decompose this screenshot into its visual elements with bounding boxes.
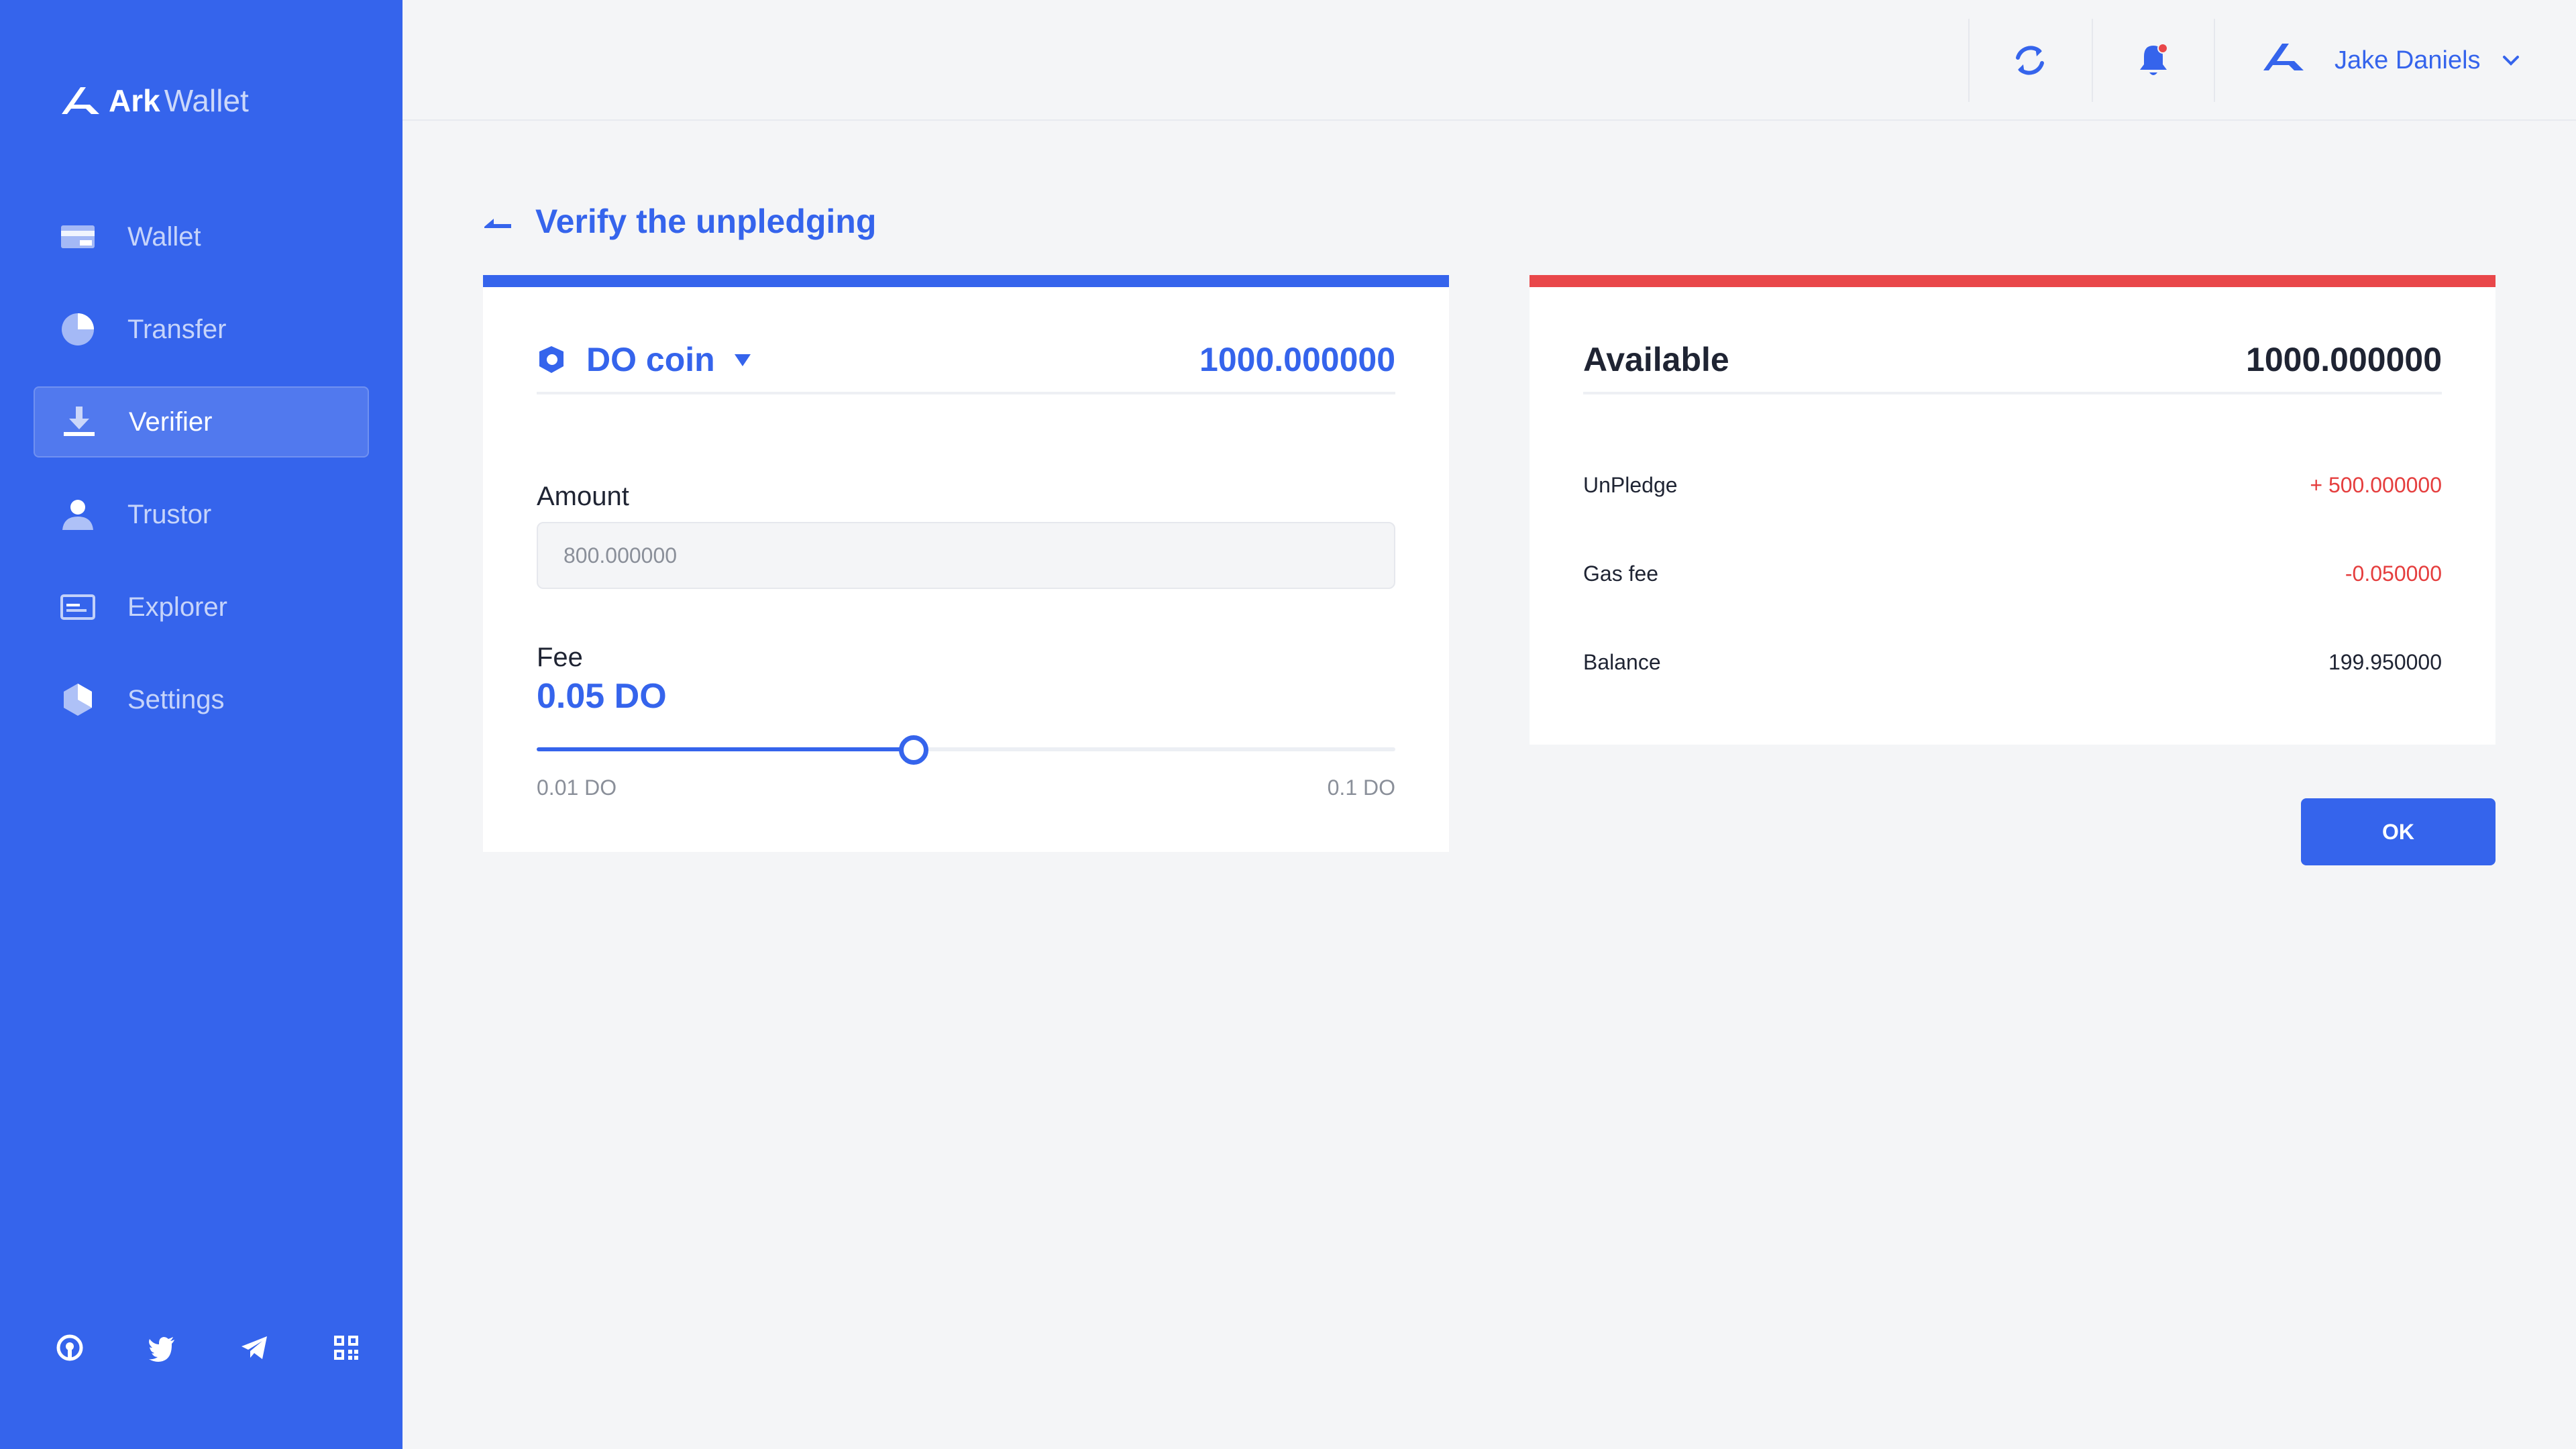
slider-fill	[537, 747, 914, 751]
available-label: Available	[1583, 341, 1729, 378]
chevron-down-icon	[2502, 56, 2519, 66]
sidebar-item-label: Explorer	[127, 592, 227, 622]
sidebar-item-label: Verifier	[129, 407, 213, 437]
fee-slider[interactable]	[537, 735, 1395, 765]
download-icon	[60, 403, 98, 441]
balance-row: Balance 199.950000	[1583, 645, 2442, 679]
sidebar-item-label: Trustor	[127, 499, 212, 529]
slider-thumb[interactable]	[898, 735, 928, 765]
hexagon-settings-icon	[59, 681, 97, 718]
bell-icon	[2140, 43, 2168, 75]
sidebar-item-explorer[interactable]: Explorer	[34, 572, 369, 643]
social-links	[54, 1332, 362, 1364]
summary-value: 199.950000	[2328, 649, 2442, 674]
top-bar: Jake Daniels	[402, 0, 2576, 121]
summary-label: UnPledge	[1583, 472, 1678, 497]
sidebar-item-settings[interactable]: Settings	[34, 664, 369, 735]
wallet-icon	[59, 218, 97, 256]
brand-name: Ark	[109, 83, 160, 118]
refresh-button[interactable]	[1968, 19, 2090, 102]
amount-input[interactable]	[537, 522, 1395, 589]
back-arrow-icon[interactable]	[483, 207, 513, 236]
ark-logo-icon	[2262, 42, 2334, 78]
sidebar-item-transfer[interactable]: Transfer	[34, 294, 369, 365]
qr-code-icon[interactable]	[330, 1332, 362, 1364]
caret-down-icon	[734, 354, 751, 366]
page-title-text: Verify the unpledging	[535, 203, 877, 240]
page-title: Verify the unpledging	[483, 199, 876, 244]
available-row: Available 1000.000000	[1583, 327, 2442, 394]
sidebar-item-trustor[interactable]: Trustor	[34, 479, 369, 550]
pie-chart-icon	[59, 311, 97, 348]
summary-label: Gas fee	[1583, 561, 1659, 586]
user-name: Jake Daniels	[2334, 46, 2481, 74]
gas-fee-row: Gas fee -0.050000	[1583, 557, 2442, 590]
coin-row: DO coin 1000.000000	[537, 327, 1395, 394]
fee-max-label: 0.1 DO	[1327, 775, 1395, 800]
fee-min-label: 0.01 DO	[537, 775, 617, 800]
sidebar-item-wallet[interactable]: Wallet	[34, 201, 369, 272]
summary-card: Available 1000.000000 UnPledge + 500.000…	[1529, 275, 2496, 745]
notification-dot	[2157, 43, 2168, 54]
sidebar-item-verifier[interactable]: Verifier	[34, 386, 369, 458]
app-logo[interactable]: Ark Wallet	[60, 80, 249, 121]
github-icon[interactable]	[54, 1332, 86, 1364]
brand-suffix: Wallet	[164, 83, 249, 118]
sidebar-item-label: Settings	[127, 684, 225, 714]
coin-balance: 1000.000000	[1199, 341, 1395, 378]
amount-label: Amount	[537, 482, 629, 511]
fee-label: Fee	[537, 643, 583, 672]
sidebar-item-label: Transfer	[127, 314, 227, 344]
refresh-icon	[2016, 46, 2044, 75]
coin-icon	[539, 346, 564, 373]
coin-name: DO coin	[586, 341, 715, 378]
summary-label: Balance	[1583, 649, 1661, 674]
user-icon	[59, 496, 97, 533]
browser-window-icon	[59, 588, 97, 626]
sidebar: Ark Wallet Wallet Transfer Verifier Trus…	[0, 0, 402, 1449]
unpledge-form-card: DO coin 1000.000000 Amount Fee 0.05 DO 0…	[483, 275, 1449, 852]
summary-value: + 500.000000	[2310, 472, 2442, 497]
ok-button[interactable]: OK	[2301, 798, 2496, 865]
summary-value: -0.050000	[2345, 561, 2442, 586]
fee-value: 0.05 DO	[537, 677, 667, 716]
unpledge-row: UnPledge + 500.000000	[1583, 468, 2442, 502]
telegram-icon[interactable]	[238, 1332, 270, 1364]
notifications-button[interactable]	[2092, 19, 2214, 102]
twitter-icon[interactable]	[146, 1332, 178, 1364]
ark-logo-icon	[62, 87, 99, 114]
available-value: 1000.000000	[2246, 341, 2442, 378]
coin-selector[interactable]: DO coin	[537, 340, 753, 379]
sidebar-item-label: Wallet	[127, 221, 201, 252]
sidebar-nav: Wallet Transfer Verifier Trustor Explore…	[34, 201, 369, 757]
user-menu[interactable]: Jake Daniels	[2214, 19, 2549, 102]
